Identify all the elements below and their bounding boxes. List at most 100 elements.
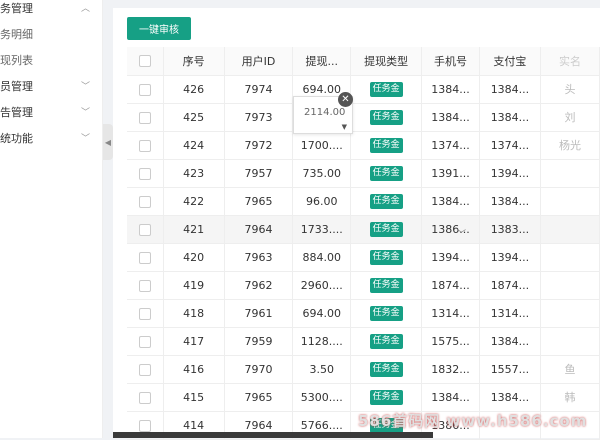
type-badge: 任务金 <box>369 138 403 153</box>
row-select-cell[interactable] <box>127 103 164 132</box>
caret-down-icon[interactable]: ▼ <box>342 123 347 131</box>
col-header-amount[interactable]: 提现... <box>292 47 352 76</box>
sidebar-item-label: 统功能 <box>0 132 33 145</box>
table-row[interactable]: 426 7974 694.00 任务金 1384... 1384... 头 <box>127 75 600 104</box>
table-row[interactable]: 423 7957 735.00 任务金 1391... 1394... <box>127 159 600 188</box>
cell-phone: 1386... <box>421 215 480 244</box>
col-header-phone[interactable]: 手机号 <box>421 47 480 76</box>
cell-realname: 鱼 <box>540 355 600 384</box>
type-badge: 任务金 <box>369 334 403 349</box>
cell-alipay: 1557... <box>479 355 542 384</box>
row-select-cell[interactable] <box>127 299 164 328</box>
row-checkbox[interactable] <box>138 139 151 152</box>
table-row[interactable]: 416 7970 3.50 任务金 1832... 1557... 鱼 <box>127 355 600 384</box>
sidebar-item-label: 现列表 <box>0 54 33 67</box>
table-row[interactable]: 418 7961 694.00 任务金 1314... 1314... <box>127 299 600 328</box>
sidebar-item-label: 告管理 <box>0 106 33 119</box>
cell-type: 任务金 <box>350 355 423 384</box>
row-checkbox[interactable] <box>138 83 151 96</box>
row-select-cell[interactable] <box>127 327 164 356</box>
row-checkbox[interactable] <box>138 279 151 292</box>
batch-review-button[interactable]: 一键审核 <box>127 17 191 40</box>
taskbar-strip <box>113 432 433 438</box>
row-checkbox[interactable] <box>138 167 151 180</box>
type-badge: 任务金 <box>369 362 403 377</box>
table-row[interactable]: 415 7965 5300.... 任务金 1384... 1384... 韩 <box>127 383 600 412</box>
table-row[interactable]: 420 7963 884.00 任务金 1394... 1394... <box>127 243 600 272</box>
row-checkbox[interactable] <box>138 419 151 432</box>
select-all-cell[interactable] <box>127 47 164 76</box>
sidebar-item-system-func[interactable]: 统功能 ﹀ <box>0 126 102 152</box>
sidebar-item-label: 务明细 <box>0 28 33 41</box>
cell-user-id: 7962 <box>224 271 294 300</box>
row-checkbox[interactable] <box>138 223 151 236</box>
type-badge: 任务金 <box>369 250 403 265</box>
type-badge: 任务金 <box>369 194 403 209</box>
col-header-user-id[interactable]: 用户ID <box>224 47 294 76</box>
sidebar-collapse-toggle[interactable]: ◀ <box>103 124 113 160</box>
cell-type: 任务金 <box>350 75 423 104</box>
cell-realname <box>540 299 600 328</box>
chevron-down-icon[interactable]: ﹀ <box>457 227 466 240</box>
table-row[interactable]: 421 7964 1733.... 任务金 1386... 1383... <box>127 215 600 244</box>
table-row[interactable]: 419 7962 2960.... 任务金 1874... 1874... <box>127 271 600 300</box>
col-header-realname[interactable]: 实名 <box>540 47 600 76</box>
row-select-cell[interactable] <box>127 187 164 216</box>
cell-phone: 1391... <box>421 159 480 188</box>
cell-type: 任务金 <box>350 215 423 244</box>
type-badge: 任务金 <box>369 110 403 125</box>
chevron-up-icon: ︿ <box>80 4 90 14</box>
amount-edit-value[interactable]: 2114.00 <box>304 107 345 118</box>
select-all-checkbox[interactable] <box>138 55 151 68</box>
row-select-cell[interactable] <box>127 159 164 188</box>
sidebar-item-member-manage[interactable]: 员管理 ﹀ <box>0 74 102 100</box>
sidebar-item-task-manage[interactable]: 务管理 ︿ <box>0 0 102 22</box>
row-select-cell[interactable] <box>127 243 164 272</box>
cell-user-id: 7972 <box>224 131 294 160</box>
row-checkbox[interactable] <box>138 363 151 376</box>
table-row[interactable]: 424 7972 1700.... 任务金 1374... 1374... 杨光 <box>127 131 600 160</box>
col-header-type[interactable]: 提现类型 <box>350 47 423 76</box>
sidebar-item-task-detail[interactable]: 务明细 <box>0 22 102 48</box>
close-icon[interactable]: ✕ <box>338 92 353 107</box>
sidebar-item-ad-manage[interactable]: 告管理 ﹀ <box>0 100 102 126</box>
cell-seq: 415 <box>163 383 225 412</box>
row-select-cell[interactable] <box>127 75 164 104</box>
sidebar-item-withdraw-list[interactable]: 现列表 <box>0 48 102 74</box>
cell-phone: 1384... <box>421 383 480 412</box>
sidebar: 务管理 ︿ 务明细 现列表 员管理 ﹀ 告管理 ﹀ 统功能 ﹀ <box>0 0 103 438</box>
cell-type: 任务金 <box>350 299 423 328</box>
row-select-cell[interactable] <box>127 131 164 160</box>
cell-type: 任务金 <box>350 187 423 216</box>
table-row[interactable]: 425 7973 任务金 1384... 1384... 刘 <box>127 103 600 132</box>
table-row[interactable]: 417 7959 1128.... 任务金 1575... 1384... <box>127 327 600 356</box>
cell-seq: 421 <box>163 215 225 244</box>
row-select-cell[interactable] <box>127 355 164 384</box>
table-row[interactable]: 422 7965 96.00 任务金 1384... 1384... <box>127 187 600 216</box>
col-header-alipay[interactable]: 支付宝 <box>479 47 542 76</box>
row-select-cell[interactable] <box>127 271 164 300</box>
row-checkbox[interactable] <box>138 335 151 348</box>
cell-type: 任务金 <box>350 131 423 160</box>
cell-user-id: 7965 <box>224 383 294 412</box>
row-select-cell[interactable] <box>127 383 164 412</box>
cell-realname <box>540 159 600 188</box>
row-select-cell[interactable] <box>127 215 164 244</box>
type-badge: 任务金 <box>369 390 403 405</box>
cell-user-id: 7963 <box>224 243 294 272</box>
type-badge: 任务金 <box>369 278 403 293</box>
cell-amount: 96.00 <box>292 187 352 216</box>
row-checkbox[interactable] <box>138 195 151 208</box>
row-checkbox[interactable] <box>138 111 151 124</box>
cell-amount: 1128.... <box>292 327 352 356</box>
cell-amount: 1700.... <box>292 131 352 160</box>
cell-alipay: 1383... <box>479 215 542 244</box>
row-checkbox[interactable] <box>138 251 151 264</box>
cell-type: 任务金 <box>350 103 423 132</box>
cell-user-id: 7974 <box>224 75 294 104</box>
cell-seq: 422 <box>163 187 225 216</box>
row-checkbox[interactable] <box>138 391 151 404</box>
main-panel: 一键审核 序号 用户ID 提现... 提现类型 手机号 支付宝 实名 426 79… <box>113 8 600 440</box>
row-checkbox[interactable] <box>138 307 151 320</box>
col-header-seq[interactable]: 序号 <box>163 47 225 76</box>
